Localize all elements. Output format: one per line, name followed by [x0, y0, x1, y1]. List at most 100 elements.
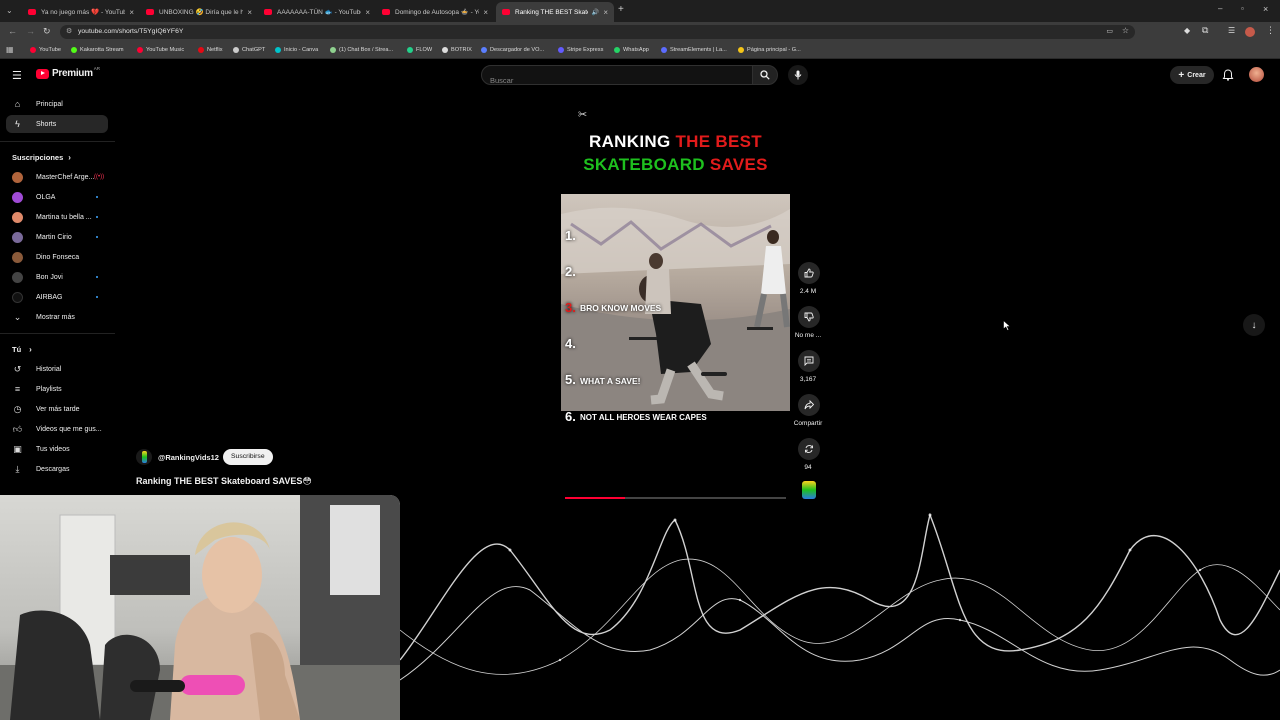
channel-logo-icon	[141, 451, 147, 463]
sidebar-sub-item[interactable]: Martina tu bella ...	[0, 208, 115, 226]
site-info-icon[interactable]: ⚙	[66, 27, 72, 35]
tab-2[interactable]: UNBOXING 🤣 Diría que le hu...×	[140, 2, 258, 22]
sidebar-item-playlists[interactable]: ≡ Playlists	[0, 380, 115, 398]
search-button[interactable]	[752, 65, 778, 85]
subscribe-button[interactable]: Suscribirse	[223, 449, 273, 465]
sidebar-item-home[interactable]: ⌂ Principal	[0, 95, 115, 113]
remix-button[interactable]	[798, 438, 820, 460]
bookmark-chatbox[interactable]: (1) Chat Box / Strea...	[330, 47, 393, 53]
channel-avatar	[12, 231, 23, 243]
youtube-premium-logo[interactable]: Premium AR	[36, 66, 100, 79]
show-more-button[interactable]: ⌄ Mostrar más	[0, 308, 115, 326]
thumbs-up-icon	[804, 268, 814, 278]
next-short-button[interactable]: ↓	[1243, 314, 1265, 336]
bookmark-youtube[interactable]: YouTube	[30, 47, 61, 53]
sidebar-sub-item[interactable]: OLGA	[0, 188, 115, 206]
short-player[interactable]: ✂ RANKING THE BEST SKATEBOARD SAVES 1. 2…	[561, 100, 790, 510]
bookmark-stripe[interactable]: Stripe Express	[558, 47, 603, 53]
channel-avatar[interactable]	[136, 449, 152, 465]
rank-caption-3: BRO KNOW MOVES	[580, 303, 662, 313]
close-icon[interactable]: ×	[247, 8, 252, 17]
bookmark-chatgpt[interactable]: ChatGPT	[233, 47, 265, 53]
browser-menu-icon[interactable]: ⋮	[1266, 25, 1275, 36]
remix-icon	[805, 445, 813, 453]
extension-icon[interactable]: ◆	[1184, 26, 1190, 35]
bookmark-flow[interactable]: FLOW	[407, 47, 432, 53]
subscriptions-heading[interactable]: Suscripciones ›	[12, 153, 71, 162]
speaker-icon[interactable]: 🔊	[592, 9, 599, 16]
sidebar-sub-item[interactable]: MasterChef Arge... ((•))	[0, 168, 115, 186]
arrow-down-icon: ↓	[1251, 319, 1257, 331]
guide-menu-icon[interactable]: ☰	[12, 69, 22, 82]
sidebar-item-shorts[interactable]: ϟ Shorts	[6, 115, 108, 133]
progress-track[interactable]	[565, 497, 786, 499]
bookmark-streamelements[interactable]: StreamElements | La...	[661, 47, 727, 53]
bookmark-botrix[interactable]: BOTRIX	[442, 47, 472, 53]
sidebar-toggle-icon[interactable]: ☰	[1228, 26, 1235, 35]
bookmark-kakarotta[interactable]: Kakarotta Stream	[71, 47, 124, 53]
chevron-right-icon: ›	[68, 153, 71, 162]
tab-1[interactable]: Ya no juego más 💔 - YouTube ×	[22, 2, 140, 22]
voice-search-button[interactable]	[788, 65, 808, 85]
sound-thumbnail[interactable]	[802, 481, 816, 499]
forward-icon[interactable]: →	[26, 26, 35, 36]
comments-button[interactable]	[798, 350, 820, 372]
sidebar-sub-item[interactable]: AIRBAG	[0, 288, 115, 306]
sidebar-sub-item[interactable]: Dino Fonseca	[0, 248, 115, 266]
search-input[interactable]: Buscar	[481, 65, 753, 85]
channel-name[interactable]: @RankingVids12	[158, 453, 219, 462]
share-button[interactable]	[798, 394, 820, 416]
botrix-icon	[442, 47, 448, 53]
reload-icon[interactable]: ↻	[43, 26, 51, 37]
you-heading[interactable]: Tú ›	[12, 345, 32, 354]
minimize-icon[interactable]: –	[1218, 4, 1222, 13]
close-icon[interactable]: ×	[603, 8, 608, 17]
cast-icon[interactable]: ▭	[1106, 27, 1113, 35]
rank-label-2: 2.	[565, 264, 576, 279]
bookmark-netflix[interactable]: Netflix	[198, 47, 223, 53]
account-avatar[interactable]	[1249, 67, 1264, 82]
bookmark-pagina-principal[interactable]: Página principal - G...	[738, 47, 801, 53]
rank-label-4: 4.	[565, 336, 576, 351]
sidebar-sub-item[interactable]: Martin Cirio	[0, 228, 115, 246]
sidebar-item-liked-videos[interactable]: 👍︎ Videos que me gus...	[0, 420, 115, 438]
channel-avatar	[12, 251, 23, 263]
like-count: 2.4 M	[799, 288, 817, 295]
sidebar-sub-item[interactable]: Bon Jovi	[0, 268, 115, 286]
close-icon[interactable]: ×	[365, 8, 370, 17]
apps-grid-icon[interactable]: ▦	[6, 45, 14, 54]
tab-4[interactable]: Domingo de Autosopa 🍲 - YouTube×	[376, 2, 494, 22]
bookmark-whatsapp[interactable]: WhatsApp	[614, 47, 649, 53]
dislike-button[interactable]	[798, 306, 820, 328]
window-close-icon[interactable]: ×	[1263, 4, 1268, 14]
bookmark-youtube-music[interactable]: YouTube Music	[137, 47, 184, 53]
bookmark-star-icon[interactable]: ☆	[1122, 26, 1129, 35]
youtube-favicon-icon	[28, 9, 36, 15]
close-icon[interactable]: ×	[129, 8, 134, 17]
profile-avatar[interactable]	[1245, 27, 1255, 37]
notifications-button[interactable]	[1222, 68, 1234, 86]
like-button[interactable]	[798, 262, 820, 284]
new-tab-icon[interactable]: +	[618, 4, 624, 15]
maximize-icon[interactable]: ▫	[1241, 4, 1244, 13]
sidebar-item-history[interactable]: ↺ Historial	[0, 360, 115, 378]
tab-3[interactable]: AAAAAAA-TÚN 🐟 - YouTube ×	[258, 2, 376, 22]
shorts-icon: ϟ	[15, 119, 20, 129]
url-field[interactable]: ⚙ youtube.com/shorts/T5YgIQ6YF6Y ▭ ☆	[60, 25, 1135, 39]
back-icon[interactable]: ←	[8, 26, 17, 36]
extensions-puzzle-icon[interactable]: ⧉	[1202, 25, 1208, 36]
rank-label-3: 3.	[565, 300, 576, 315]
close-icon[interactable]: ×	[483, 8, 488, 17]
kick-icon	[71, 47, 77, 53]
sidebar-item-your-videos[interactable]: ▣ Tus videos	[0, 440, 115, 458]
bookmark-canva[interactable]: Inicio - Canva	[275, 47, 318, 53]
tab-5-active[interactable]: Ranking THE BEST Skatebo...🔊×	[496, 2, 614, 22]
sidebar-item-downloads[interactable]: ⤓ Descargas	[0, 460, 115, 478]
youtube-favicon-icon	[146, 9, 154, 15]
bookmark-descargador[interactable]: Descargador de VO...	[481, 47, 544, 53]
sidebar-item-watch-later[interactable]: ◷ Ver más tarde	[0, 400, 115, 418]
create-button[interactable]: + Crear	[1170, 66, 1214, 84]
canva-icon	[275, 47, 281, 53]
share-label: Compartir	[793, 420, 823, 427]
tab-search-icon[interactable]: ⌄	[6, 6, 13, 15]
